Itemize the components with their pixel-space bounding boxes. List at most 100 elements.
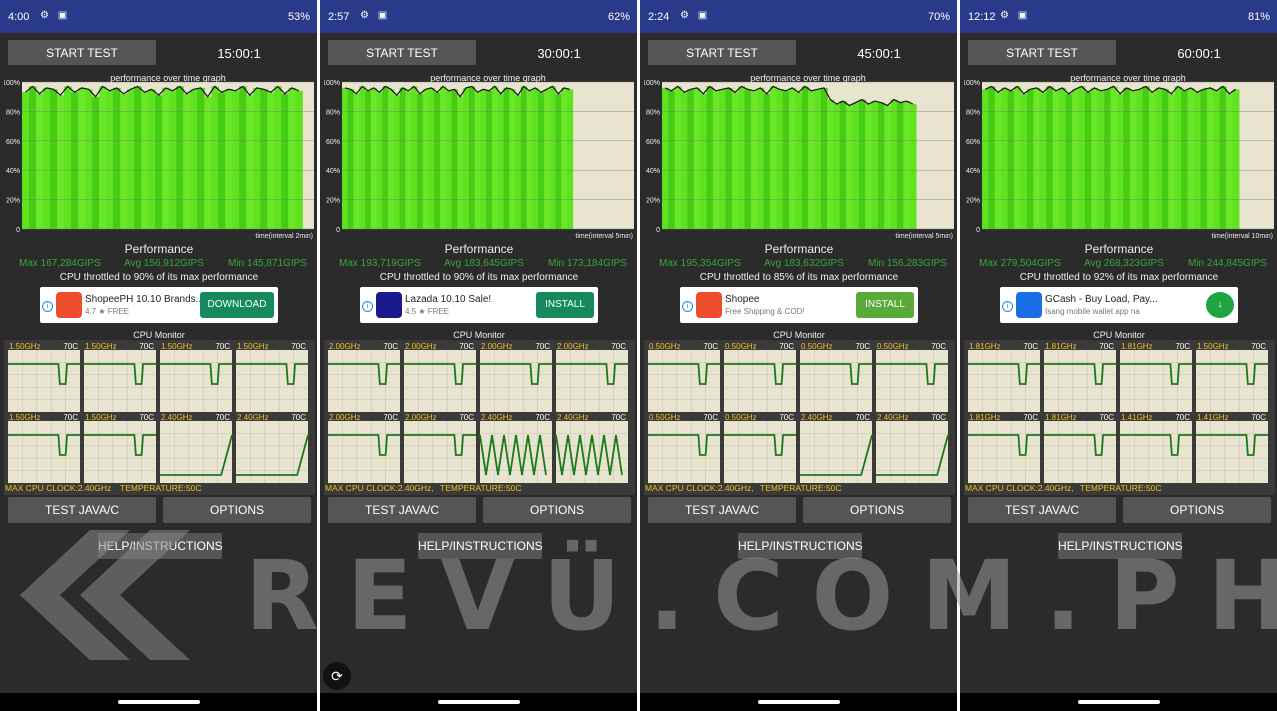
cpu-core-chart: [480, 350, 552, 412]
performance-bar: [903, 101, 911, 229]
performance-bar: [480, 89, 487, 229]
cpu-core-frequency: 2.00GHz: [481, 342, 513, 351]
cpu-core-temperature: 70C: [779, 413, 794, 422]
performance-bar: [1071, 89, 1079, 229]
start-test-button[interactable]: START TEST: [328, 40, 476, 65]
cpu-monitor-title: CPU Monitor: [453, 330, 505, 340]
performance-bar: [71, 92, 79, 229]
cpu-core-temperature: 70C: [855, 342, 870, 351]
performance-bar: [852, 102, 860, 229]
performance-bar: [1219, 86, 1227, 229]
battery-level: 81%: [1247, 11, 1270, 23]
cpu-monitor-title: CPU Monitor: [1093, 330, 1145, 340]
cpu-temperature: TEMPERATURE:50C: [120, 483, 202, 493]
ad-info-icon[interactable]: i: [42, 301, 53, 312]
cpu-core-chart: [84, 421, 156, 483]
test-java-button[interactable]: TEST JAVA/C: [328, 497, 476, 523]
y-tick-label: 0: [656, 227, 660, 234]
status-icons: ⚙ ▣: [1000, 10, 1031, 21]
cpu-core-frequency: 1.81GHz: [969, 413, 1001, 422]
performance-bar: [29, 86, 37, 229]
screenshot-collage: 4:00 ⚙ ▣ 53% START TEST 15:00:1 100% 80% 60% 40%…: [0, 0, 1277, 711]
performance-bar: [982, 89, 989, 229]
cpu-core-chart: [1120, 421, 1192, 483]
home-gesture-handle[interactable]: [118, 700, 200, 704]
navigation-bar: [960, 693, 1277, 711]
start-test-button[interactable]: START TEST: [8, 40, 156, 65]
cpu-core-chart: [1120, 350, 1192, 412]
ad-banner[interactable]: i Lazada 10.10 Sale! 4.5 ★ FREE INSTALL: [360, 287, 598, 323]
ad-banner[interactable]: i GCash - Buy Load, Pay... Isang mobile wa…: [1000, 287, 1238, 323]
ad-info-icon[interactable]: i: [682, 301, 693, 312]
performance-bar: [218, 92, 226, 229]
cpu-core-temperature: 70C: [611, 413, 626, 422]
cpu-core-chart: [556, 350, 628, 412]
performance-bar: [896, 102, 904, 229]
cpu-core-temperature: 70C: [291, 413, 306, 422]
options-button[interactable]: OPTIONS: [803, 497, 951, 523]
performance-bar: [288, 87, 296, 229]
cpu-core-temperature: 70C: [139, 342, 154, 351]
test-java-button[interactable]: TEST JAVA/C: [648, 497, 796, 523]
performance-graph: 100% 80% 60% 40% 20% 0 performance over time g…: [964, 73, 1274, 240]
home-gesture-handle[interactable]: [1078, 700, 1160, 704]
performance-bar: [1206, 87, 1214, 229]
home-gesture-handle[interactable]: [438, 700, 520, 704]
download-icon[interactable]: ↓: [1206, 292, 1234, 318]
status-bar: 12:12 ⚙ ▣ 81%: [960, 0, 1277, 33]
options-button[interactable]: OPTIONS: [163, 497, 311, 523]
test-java-button[interactable]: TEST JAVA/C: [8, 497, 156, 523]
performance-graph: 100% 80% 60% 40% 20% 0 performance over time g…: [644, 73, 954, 240]
ad-banner[interactable]: i Shopee Free Shipping & COD! INSTALL: [680, 287, 918, 323]
performance-bar: [416, 93, 424, 229]
test-java-button[interactable]: TEST JAVA/C: [968, 497, 1116, 523]
performance-bar: [491, 86, 499, 229]
cpu-monitor: 1.81GHz 70C 1.81GHz 70C 1.81GHz 70C 1.50GHz 70C…: [964, 340, 1275, 495]
cpu-core-temperature: 70C: [1023, 413, 1038, 422]
max-gips: Max 193,719GIPS: [339, 258, 421, 269]
performance-bar: [769, 86, 777, 229]
y-tick-label: 100%: [4, 80, 20, 87]
ad-subtitle: 4.5 ★ FREE: [405, 307, 450, 316]
rotate-screen-icon[interactable]: ⟳: [323, 662, 351, 690]
options-button[interactable]: OPTIONS: [1123, 497, 1271, 523]
options-button[interactable]: OPTIONS: [483, 497, 631, 523]
performance-bar: [1104, 89, 1111, 229]
cpu-core-chart: [404, 421, 476, 483]
y-tick-label: 60%: [6, 139, 20, 146]
performance-title: Performance: [1084, 242, 1154, 256]
battery-level: 70%: [927, 11, 950, 23]
max-cpu-clock: MAX CPU CLOCK:2.40GHz,: [645, 483, 754, 493]
performance-bar: [99, 86, 107, 229]
ad-install-button[interactable]: INSTALL: [536, 292, 594, 318]
ad-install-button[interactable]: INSTALL: [856, 292, 914, 318]
cpu-core-chart: [648, 421, 720, 483]
test-timer: 15:00:1: [217, 46, 261, 61]
performance-bar: [451, 89, 458, 229]
cpu-core-chart: [1044, 421, 1116, 483]
performance-bar: [509, 89, 516, 229]
ad-info-icon[interactable]: i: [1002, 301, 1013, 312]
start-test-button[interactable]: START TEST: [968, 40, 1116, 65]
cpu-core-temperature: 70C: [215, 342, 230, 351]
max-cpu-clock: MAX CPU CLOCK:2.40GHz: [5, 483, 111, 493]
max-gips: Max 167,284GIPS: [19, 258, 101, 269]
help-instructions-button[interactable]: HELP/INSTRUCTIONS: [98, 533, 223, 559]
status-bar: 2:24 ⚙ ▣ 70%: [640, 0, 958, 33]
performance-bar: [1193, 92, 1201, 229]
ad-info-icon[interactable]: i: [362, 301, 373, 312]
ad-install-button[interactable]: DOWNLOAD: [200, 292, 274, 318]
max-gips: Max 195,354GIPS: [659, 258, 741, 269]
start-test-button[interactable]: START TEST: [648, 40, 796, 65]
cpu-core-temperature: 70C: [779, 342, 794, 351]
ad-banner[interactable]: i ShopeePH 10.10 Brands... 4.7 ★ FREE DOWNL…: [40, 287, 278, 323]
cpu-core-frequency: 2.40GHz: [237, 413, 269, 422]
performance-bar: [871, 101, 879, 229]
cpu-core-temperature: 70C: [611, 342, 626, 351]
cpu-core-frequency: 2.00GHz: [405, 413, 437, 422]
performance-bar: [725, 87, 733, 229]
home-gesture-handle[interactable]: [758, 700, 840, 704]
performance-bar: [162, 87, 170, 229]
performance-bar: [342, 87, 349, 229]
cpu-core-frequency: 2.40GHz: [481, 413, 513, 422]
